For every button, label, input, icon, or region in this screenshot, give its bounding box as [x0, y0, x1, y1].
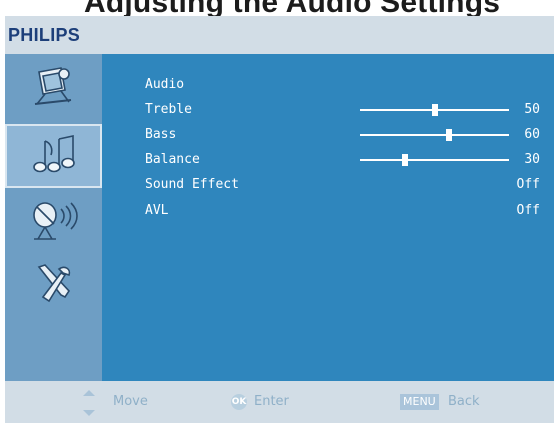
move-hint: Move — [113, 394, 148, 409]
up-down-arrows-icon — [83, 390, 95, 416]
sidebar-item-picture[interactable] — [5, 54, 102, 118]
menu-row-bass[interactable]: Bass 60 — [145, 125, 540, 145]
audio-settings-panel: Audio Treble 50 Bass 60 Balance 30 Sound… — [102, 54, 554, 381]
sidebar-item-channel[interactable] — [5, 188, 102, 252]
balance-slider[interactable] — [360, 154, 509, 166]
category-sidebar — [5, 54, 102, 381]
menu-row-avl[interactable]: AVL Off — [145, 201, 540, 221]
music-notes-icon — [32, 135, 75, 173]
ok-button-icon: OK — [231, 394, 247, 410]
sidebar-item-setup[interactable] — [5, 252, 102, 316]
treble-slider-thumb[interactable] — [431, 104, 438, 116]
back-hint: Back — [448, 394, 480, 409]
menu-row-treble[interactable]: Treble 50 — [145, 100, 540, 120]
menu-title-label: Audio — [145, 77, 185, 92]
page-heading-text: Adjusting the Audio Settings — [84, 0, 500, 16]
balance-label: Balance — [145, 152, 200, 167]
sound-effect-label: Sound Effect — [145, 177, 239, 192]
avl-value: Off — [516, 203, 540, 218]
page-heading-fragment: Adjusting the Audio Settings — [0, 0, 554, 16]
balance-slider-thumb[interactable] — [401, 154, 408, 166]
brand-logo: PHILIPS — [8, 25, 81, 45]
treble-value: 50 — [524, 102, 540, 117]
menu-button-icon: MENU — [400, 394, 439, 410]
avl-label: AVL — [145, 203, 169, 218]
balance-value: 30 — [524, 152, 540, 167]
menu-row-balance[interactable]: Balance 30 — [145, 150, 540, 170]
sound-effect-value: Off — [516, 177, 540, 192]
bass-slider[interactable] — [360, 129, 509, 141]
bass-value: 60 — [524, 127, 540, 142]
menu-title: Audio — [145, 75, 540, 95]
bass-slider-thumb[interactable] — [446, 129, 453, 141]
brand-bar: PHILIPS — [5, 16, 554, 54]
picture-settings-icon — [34, 67, 71, 105]
bass-label: Bass — [145, 127, 177, 142]
osd-menu-window: PHILIPS Audio Treble 50 Bass 60 Balance … — [5, 16, 554, 423]
menu-row-sound-effect[interactable]: Sound Effect Off — [145, 175, 540, 195]
enter-hint: Enter — [254, 394, 289, 409]
satellite-dish-icon — [32, 202, 78, 240]
treble-label: Treble — [145, 102, 192, 117]
sidebar-item-audio[interactable] — [5, 124, 102, 188]
tools-icon — [37, 264, 70, 303]
footer-hint-bar: Move OK Enter MENU Back — [5, 381, 554, 423]
treble-slider[interactable] — [360, 104, 509, 116]
